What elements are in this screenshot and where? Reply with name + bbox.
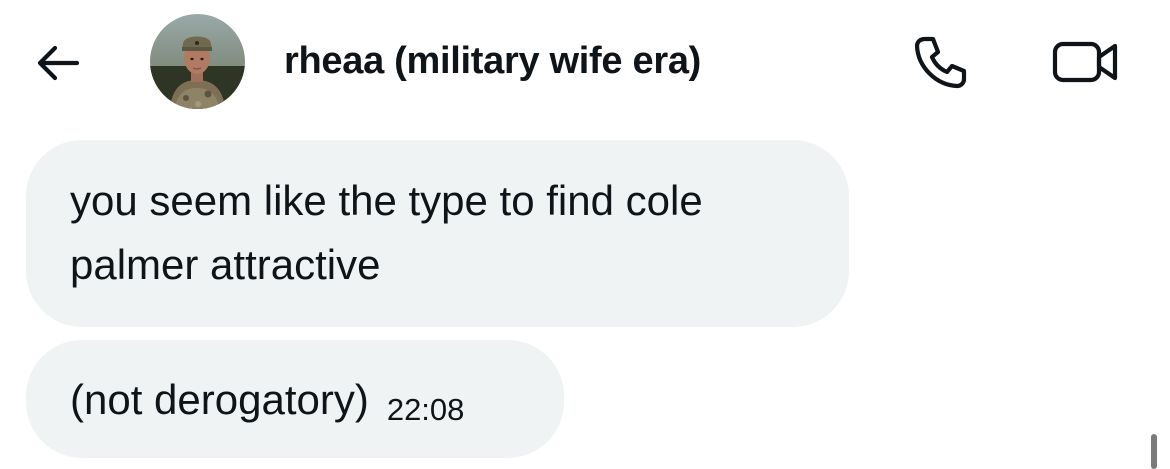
scrollbar[interactable] — [1151, 434, 1157, 469]
phone-icon — [914, 36, 967, 89]
message-bubble[interactable]: (not derogatory) 22:08 — [26, 340, 564, 458]
message-text: you seem like the type to find cole palm… — [70, 177, 703, 288]
video-camera-icon — [1052, 41, 1118, 83]
message-text: (not derogatory) — [70, 376, 369, 423]
avatar[interactable] — [150, 14, 245, 109]
voice-call-button[interactable] — [908, 30, 972, 94]
video-call-button[interactable] — [1046, 30, 1126, 94]
back-button[interactable] — [30, 35, 86, 91]
arrow-left-icon — [37, 45, 80, 81]
conversation-header: rheaa (military wife era) — [0, 0, 1170, 120]
message-timestamp: 22:08 — [386, 392, 465, 427]
conversation-title[interactable]: rheaa (military wife era) — [284, 36, 701, 86]
message-bubble[interactable]: you seem like the type to find cole palm… — [26, 140, 849, 327]
profile-photo — [150, 14, 245, 109]
